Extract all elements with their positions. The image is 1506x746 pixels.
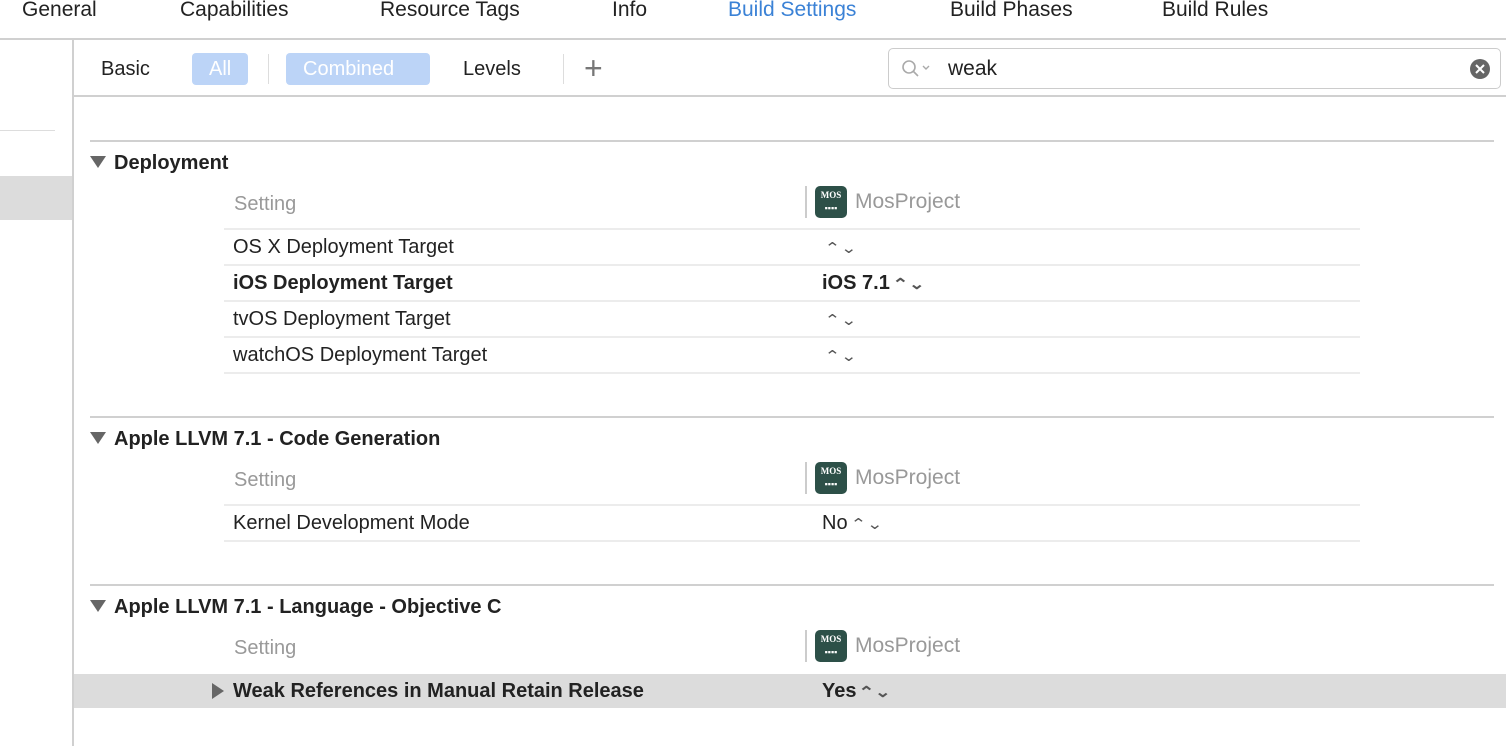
divider (563, 54, 564, 84)
column-header-setting: Setting (234, 637, 297, 659)
section-divider (90, 584, 1494, 586)
project-logo-icon: MOS ▪▪▪▪ (815, 462, 847, 494)
stepper-icon[interactable]: ⌃⌄ (892, 268, 925, 302)
project-logo-icon: MOS ▪▪▪▪ (815, 630, 847, 662)
setting-name: watchOS Deployment Target (233, 344, 488, 366)
project-name: MosProject (855, 190, 961, 213)
section-header-code-generation[interactable]: Apple LLVM 7.1 - Code Generation (90, 428, 440, 451)
tab-info[interactable]: Info (612, 0, 647, 22)
disclosure-triangle-icon[interactable] (90, 432, 106, 444)
setting-name: iOS Deployment Target (233, 272, 453, 294)
sidebar-border (72, 40, 74, 746)
setting-name: Weak References in Manual Retain Release (233, 680, 644, 702)
section-header-objective-c[interactable]: Apple LLVM 7.1 - Language - Objective C (90, 596, 501, 619)
project-name: MosProject (855, 466, 961, 489)
stepper-icon[interactable]: ⌃⌄ (824, 232, 857, 266)
setting-row[interactable]: Kernel Development Mode No ⌃⌄ (224, 504, 1360, 542)
tab-general[interactable]: General (22, 0, 97, 22)
section-title: Apple LLVM 7.1 - Code Generation (114, 428, 441, 450)
project-name: MosProject (855, 634, 961, 657)
stepper-icon[interactable]: ⌃⌄ (824, 304, 857, 338)
section-divider (90, 416, 1494, 418)
tab-build-rules[interactable]: Build Rules (1162, 0, 1268, 22)
filter-all[interactable]: All (192, 53, 249, 85)
project-logo-icon: MOS ▪▪▪▪ (815, 186, 847, 218)
view-levels[interactable]: Levels (446, 53, 538, 85)
divider (0, 38, 1506, 40)
section-title: Deployment (114, 152, 229, 174)
section-header-deployment[interactable]: Deployment (90, 152, 228, 175)
search-input[interactable]: weak (948, 57, 997, 81)
setting-name: OS X Deployment Target (233, 236, 454, 258)
column-header-setting: Setting (234, 193, 297, 215)
add-icon[interactable]: + (584, 50, 603, 87)
stepper-icon[interactable]: ⌃⌄ (859, 683, 892, 701)
tab-build-settings[interactable]: Build Settings (728, 0, 856, 22)
setting-value[interactable]: ⌃⌄ (822, 338, 857, 374)
stepper-icon[interactable]: ⌃⌄ (824, 340, 857, 374)
column-header-project: MOS ▪▪▪▪ MosProject (805, 462, 960, 494)
tab-capabilities[interactable]: Capabilities (180, 0, 289, 22)
sidebar-divider (0, 130, 55, 131)
disclosure-triangle-icon[interactable] (90, 156, 106, 168)
clear-search-icon[interactable] (1469, 58, 1491, 80)
column-header-project: MOS ▪▪▪▪ MosProject (805, 630, 960, 662)
column-header-project: MOS ▪▪▪▪ MosProject (805, 186, 960, 218)
view-combined[interactable]: Combined (286, 53, 430, 85)
expand-triangle-icon[interactable] (212, 683, 224, 699)
tab-resource-tags[interactable]: Resource Tags (380, 0, 520, 22)
divider (268, 54, 269, 84)
section-divider (90, 140, 1494, 142)
sidebar-selected-item[interactable] (0, 176, 72, 220)
filter-basic[interactable]: Basic (84, 53, 167, 85)
setting-name: Kernel Development Mode (233, 512, 470, 534)
setting-row[interactable]: watchOS Deployment Target ⌃⌄ (224, 336, 1360, 374)
column-header-setting: Setting (234, 469, 297, 491)
tab-build-phases[interactable]: Build Phases (950, 0, 1073, 22)
setting-row[interactable]: OS X Deployment Target ⌃⌄ (224, 228, 1360, 264)
setting-value[interactable]: iOS 7.1 ⌃⌄ (822, 266, 925, 302)
setting-row[interactable]: iOS Deployment Target iOS 7.1 ⌃⌄ (224, 264, 1360, 300)
setting-value[interactable]: Yes ⌃⌄ (822, 680, 891, 703)
setting-value[interactable]: ⌃⌄ (822, 230, 857, 266)
setting-name: tvOS Deployment Target (233, 308, 451, 330)
disclosure-triangle-icon[interactable] (90, 600, 106, 612)
divider (74, 95, 1506, 97)
search-icon (902, 60, 930, 77)
section-title: Apple LLVM 7.1 - Language - Objective C (114, 596, 502, 618)
stepper-icon[interactable]: ⌃⌄ (850, 508, 883, 542)
setting-value[interactable]: No ⌃⌄ (822, 506, 882, 542)
search-field[interactable]: weak (888, 48, 1501, 89)
setting-row[interactable]: tvOS Deployment Target ⌃⌄ (224, 300, 1360, 336)
setting-row-selected[interactable]: Weak References in Manual Retain Release… (74, 674, 1506, 708)
setting-value[interactable]: ⌃⌄ (822, 302, 857, 338)
